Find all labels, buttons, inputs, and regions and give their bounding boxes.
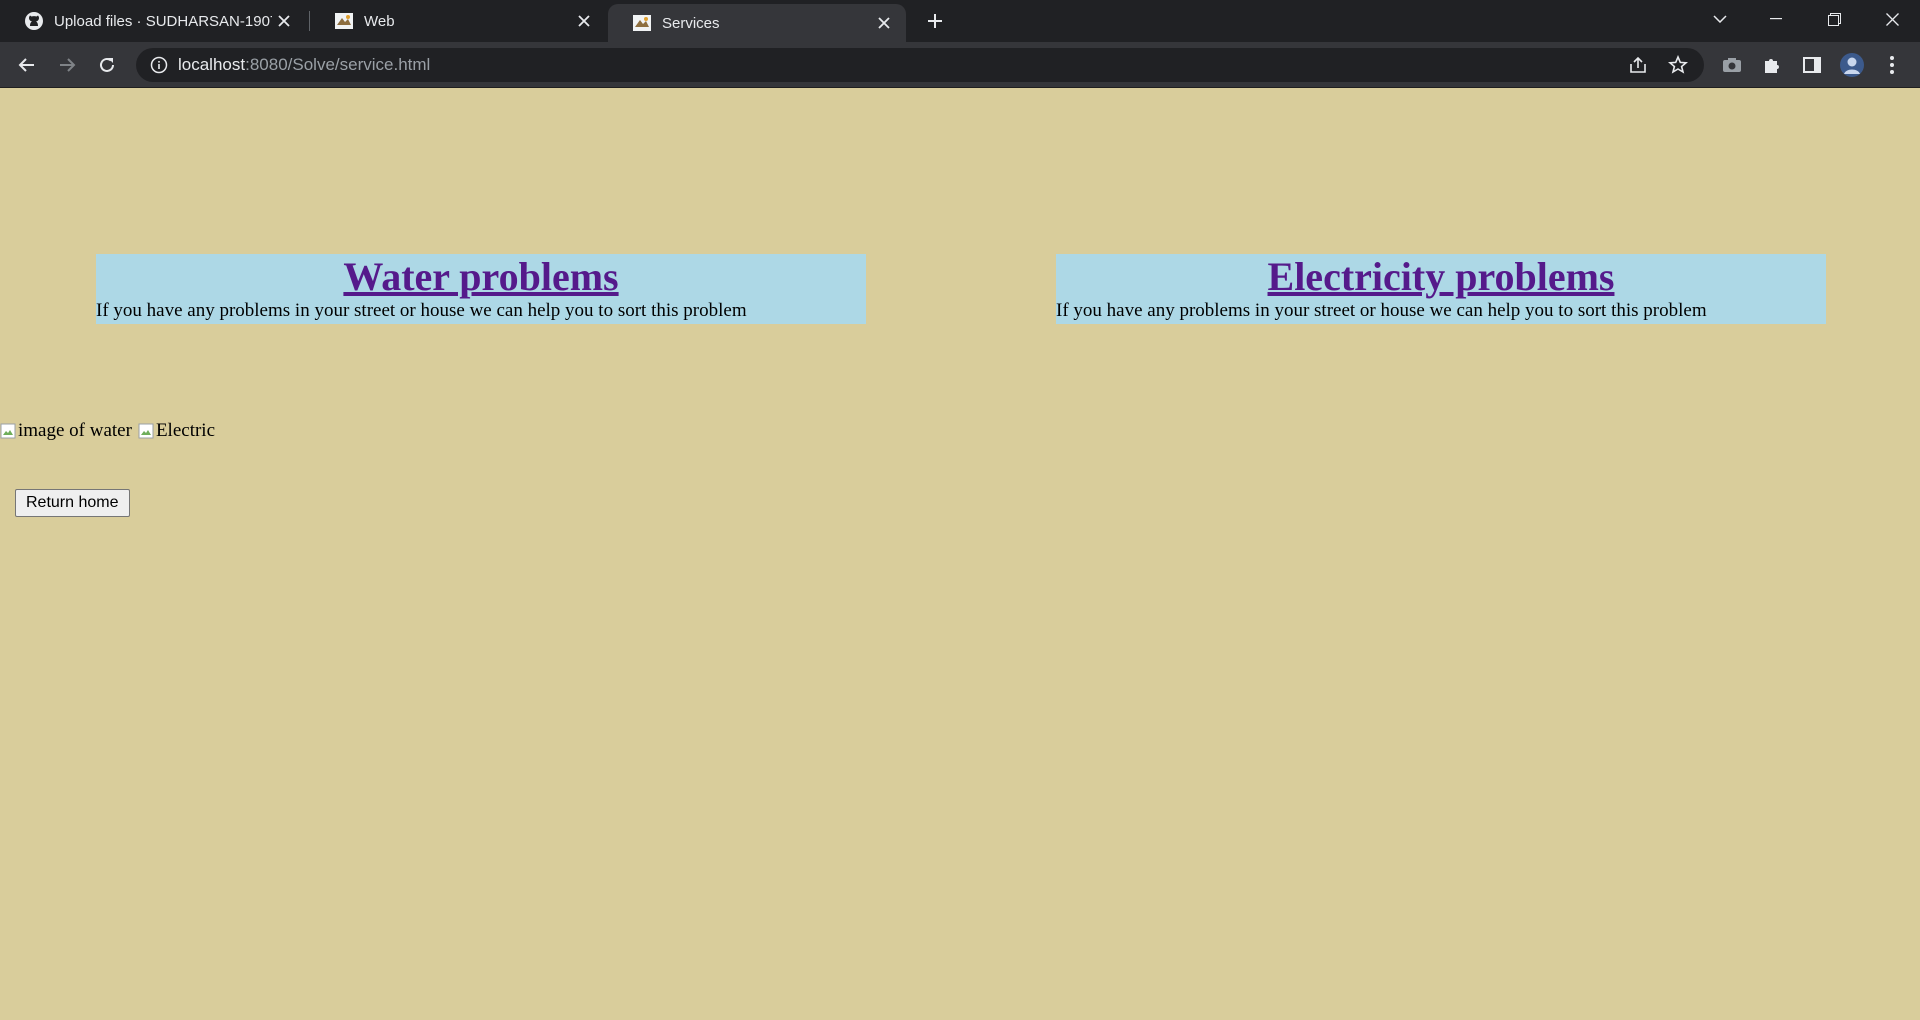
chevron-down-icon	[1713, 15, 1727, 23]
side-panel-button[interactable]	[1796, 49, 1828, 81]
arrow-right-icon	[60, 58, 76, 72]
extensions-button[interactable]	[1756, 49, 1788, 81]
share-icon[interactable]	[1628, 56, 1648, 79]
image-alt-text: image of water	[18, 420, 132, 441]
reload-button[interactable]	[91, 49, 123, 81]
reload-icon	[100, 57, 114, 72]
browser-tab-bar: Upload files · SUDHARSAN-1907/ Web Servi…	[0, 0, 1920, 42]
tab-title: Upload files · SUDHARSAN-1907/	[54, 12, 272, 30]
back-button[interactable]	[11, 49, 43, 81]
url-host: localhost	[178, 55, 246, 74]
close-tab-icon[interactable]	[272, 9, 296, 33]
close-window-button[interactable]	[1868, 0, 1916, 38]
tab-services[interactable]: Services	[608, 4, 906, 42]
tab-title: Services	[662, 14, 720, 32]
github-icon	[24, 11, 44, 31]
image-row: image of water Electric	[0, 420, 221, 442]
broken-image-icon	[0, 423, 16, 439]
browser-toolbar: localhost:8080/Solve/service.html	[0, 42, 1920, 88]
service-heading: Water problems	[96, 254, 866, 300]
service-description: If you have any problems in your street …	[96, 300, 747, 321]
water-problems-link[interactable]: Water problems	[343, 254, 618, 299]
side-panel-icon	[1803, 57, 1821, 73]
menu-button[interactable]	[1876, 49, 1908, 81]
restore-icon	[1827, 12, 1841, 26]
new-tab-button[interactable]	[919, 5, 951, 37]
forward-button[interactable]	[51, 49, 83, 81]
water-image: image of water	[0, 420, 132, 442]
puzzle-icon	[1765, 59, 1779, 73]
restore-button[interactable]	[1810, 0, 1858, 38]
address-bar[interactable]: localhost:8080/Solve/service.html	[136, 48, 1704, 82]
plus-icon	[928, 14, 942, 28]
more-vert-icon	[1890, 56, 1894, 74]
close-icon	[1885, 12, 1899, 26]
tab-upload-files[interactable]: Upload files · SUDHARSAN-1907/	[0, 0, 306, 42]
page-favicon-icon	[632, 13, 652, 33]
service-description: If you have any problems in your street …	[1056, 300, 1707, 321]
electric-image: Electric	[138, 420, 215, 442]
info-icon[interactable]	[150, 56, 168, 79]
service-card-water: Water problems If you have any problems …	[96, 254, 866, 324]
close-tab-icon[interactable]	[572, 9, 596, 33]
url-path: :8080/Solve/service.html	[245, 55, 431, 74]
page-favicon-icon	[334, 11, 354, 31]
url-text[interactable]: localhost:8080/Solve/service.html	[178, 48, 430, 82]
return-home-button[interactable]: Return home	[15, 489, 130, 517]
close-tab-icon[interactable]	[872, 11, 896, 35]
electricity-problems-link[interactable]: Electricity problems	[1268, 254, 1615, 299]
minimize-icon	[1770, 18, 1782, 20]
camera-icon	[1723, 58, 1741, 72]
minimize-button[interactable]	[1752, 0, 1800, 38]
camera-extension-button[interactable]	[1716, 49, 1748, 81]
arrow-left-icon	[18, 58, 34, 72]
profile-avatar[interactable]	[1836, 49, 1868, 81]
star-icon[interactable]	[1667, 54, 1689, 80]
service-card-electricity: Electricity problems If you have any pro…	[1056, 254, 1826, 324]
avatar-icon	[1840, 53, 1864, 77]
image-alt-text: Electric	[155, 420, 216, 441]
tab-search-button[interactable]	[1696, 0, 1744, 38]
broken-image-icon	[138, 423, 154, 439]
tab-title: Web	[364, 12, 395, 30]
tab-web[interactable]: Web	[310, 0, 606, 42]
service-heading: Electricity problems	[1056, 254, 1826, 300]
